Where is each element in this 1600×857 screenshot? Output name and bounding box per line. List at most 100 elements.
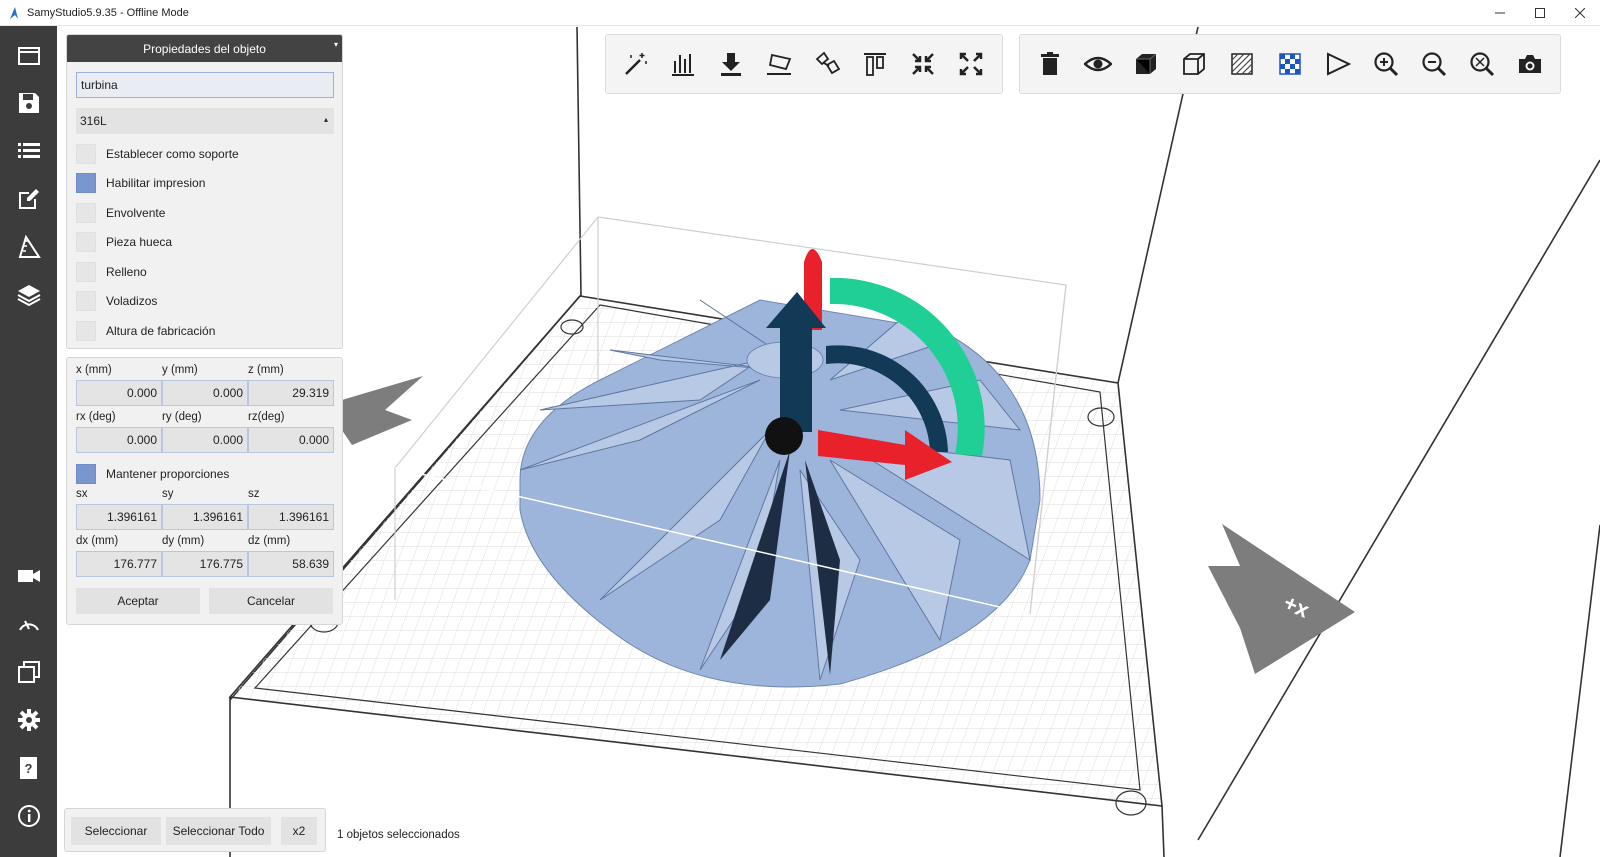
- dx-input[interactable]: 176.777: [76, 551, 162, 577]
- lay-flat-icon[interactable]: [764, 49, 794, 79]
- object-properties-panel: Propiedades del objeto ▾ turbina 316L ▴ …: [66, 34, 343, 349]
- y-label: y (mm): [162, 364, 198, 376]
- eye-icon[interactable]: [1083, 49, 1113, 79]
- checkbox[interactable]: [76, 232, 96, 252]
- camera-video-icon[interactable]: [14, 561, 44, 591]
- view-toolbar: [1019, 34, 1561, 94]
- settings-icon[interactable]: [14, 705, 44, 735]
- x-input[interactable]: 0.000: [76, 380, 162, 406]
- supports-icon[interactable]: [668, 49, 698, 79]
- option-support[interactable]: Establecer como soporte: [76, 143, 239, 165]
- collapse-icon[interactable]: ▾: [334, 40, 338, 49]
- selection-status: 1 objetos seleccionados: [337, 829, 460, 841]
- option-enable-print[interactable]: Habilitar impresion: [76, 172, 205, 194]
- window-title: SamyStudio5.9.35 - Offline Mode: [27, 6, 189, 19]
- hatch-icon[interactable]: [1227, 49, 1257, 79]
- sx-input[interactable]: 1.396161: [76, 504, 162, 530]
- rz-input[interactable]: 0.000: [248, 427, 334, 453]
- maximize-button[interactable]: [1520, 0, 1560, 26]
- info-icon[interactable]: [14, 801, 44, 831]
- sz-input[interactable]: 1.396161: [248, 504, 334, 530]
- wire-cube-icon[interactable]: [1179, 49, 1209, 79]
- checkbox[interactable]: [76, 464, 96, 484]
- help-icon[interactable]: ?: [14, 753, 44, 783]
- checkbox[interactable]: [76, 203, 96, 223]
- zoom-fit-icon[interactable]: [1467, 49, 1497, 79]
- checkbox[interactable]: [76, 144, 96, 164]
- tools-toolbar: [605, 34, 1003, 94]
- solid-cube-icon[interactable]: [1131, 49, 1161, 79]
- close-icon: [1575, 8, 1585, 18]
- select-all-button[interactable]: Seleccionar Todo: [166, 817, 271, 845]
- list-icon[interactable]: [14, 136, 44, 166]
- shrink-icon[interactable]: [908, 49, 938, 79]
- accept-button[interactable]: Aceptar: [76, 588, 200, 614]
- camera-icon[interactable]: [1515, 49, 1545, 79]
- option-label: Pieza hueca: [106, 235, 173, 249]
- duplicate-button[interactable]: x2: [281, 817, 317, 845]
- ry-input[interactable]: 0.000: [162, 427, 248, 453]
- transform-panel: x (mm) y (mm) z (mm) 0.000 0.000 29.319 …: [66, 357, 343, 625]
- x-label: x (mm): [76, 364, 112, 376]
- left-toolbar: ?: [0, 26, 57, 857]
- y-input[interactable]: 0.000: [162, 380, 248, 406]
- dy-label: dy (mm): [162, 535, 205, 547]
- checkbox[interactable]: [76, 262, 96, 282]
- zoom-in-icon[interactable]: [1371, 49, 1401, 79]
- edit-icon[interactable]: [14, 184, 44, 214]
- option-build-height[interactable]: Altura de fabricación: [76, 320, 215, 342]
- minimize-icon: [1495, 12, 1505, 14]
- option-infill[interactable]: Relleno: [76, 261, 147, 283]
- dz-label: dz (mm): [248, 535, 291, 547]
- option-label: Mantener proporciones: [106, 467, 230, 481]
- checkbox[interactable]: [76, 291, 96, 311]
- option-label: Relleno: [106, 265, 147, 279]
- material-value: 316L: [80, 114, 107, 128]
- chevron-up-icon: ▴: [323, 115, 328, 124]
- close-button[interactable]: [1560, 0, 1600, 26]
- panel-title: Propiedades del objeto: [143, 41, 266, 56]
- drop-to-bed-icon[interactable]: [716, 49, 746, 79]
- zoom-out-icon[interactable]: [1419, 49, 1449, 79]
- rz-label: rz(deg): [248, 411, 285, 423]
- panel-header[interactable]: Propiedades del objeto ▾: [67, 35, 342, 62]
- keep-proportions-option[interactable]: Mantener proporciones: [76, 463, 229, 485]
- speedometer-icon[interactable]: [14, 609, 44, 639]
- sx-label: sx: [76, 488, 88, 500]
- dx-label: dx (mm): [76, 535, 119, 547]
- window-icon[interactable]: [14, 41, 44, 71]
- copies-icon[interactable]: [14, 657, 44, 687]
- option-label: Establecer como soporte: [106, 147, 239, 161]
- magic-wand-icon[interactable]: [620, 49, 650, 79]
- checkbox[interactable]: [76, 321, 96, 341]
- option-label: Envolvente: [106, 206, 166, 220]
- layers-icon[interactable]: [14, 280, 44, 310]
- ruler-icon[interactable]: [14, 232, 44, 262]
- flag-icon[interactable]: [1323, 49, 1353, 79]
- rotate-face-icon[interactable]: [812, 49, 842, 79]
- dz-input[interactable]: 58.639: [248, 551, 334, 577]
- option-envelope[interactable]: Envolvente: [76, 202, 165, 224]
- z-input[interactable]: 29.319: [248, 380, 334, 406]
- option-overhangs[interactable]: Voladizos: [76, 290, 157, 312]
- select-button[interactable]: Seleccionar: [71, 817, 161, 845]
- align-icon[interactable]: [860, 49, 890, 79]
- app-logo-icon: [10, 6, 18, 19]
- cancel-button[interactable]: Cancelar: [209, 588, 333, 614]
- save-icon[interactable]: [14, 88, 44, 118]
- checkbox[interactable]: [76, 173, 96, 193]
- checker-icon[interactable]: [1275, 49, 1305, 79]
- rx-input[interactable]: 0.000: [76, 427, 162, 453]
- expand-icon[interactable]: [956, 49, 986, 79]
- option-hollow[interactable]: Pieza hueca: [76, 231, 172, 253]
- object-name-input[interactable]: turbina: [76, 72, 334, 98]
- maximize-icon: [1535, 8, 1545, 18]
- option-label: Habilitar impresion: [106, 176, 206, 190]
- minimize-button[interactable]: [1480, 0, 1520, 26]
- sy-input[interactable]: 1.396161: [162, 504, 248, 530]
- title-bar: SamyStudio5.9.35 - Offline Mode: [0, 0, 1600, 26]
- rx-label: rx (deg): [76, 411, 116, 423]
- delete-icon[interactable]: [1035, 49, 1065, 79]
- dy-input[interactable]: 176.775: [162, 551, 248, 577]
- material-select[interactable]: 316L ▴: [76, 108, 334, 134]
